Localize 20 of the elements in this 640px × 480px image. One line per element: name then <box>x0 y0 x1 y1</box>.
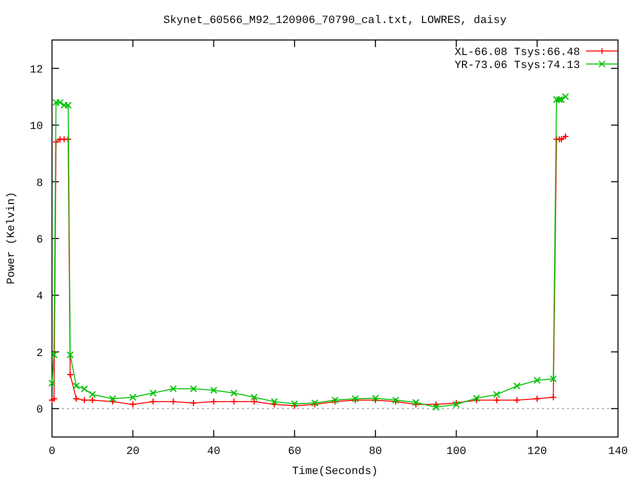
y-tick-label: 4 <box>36 291 43 304</box>
x-tick-label: 40 <box>207 446 220 458</box>
y-axis-label: Power (Kelvin) <box>6 192 18 284</box>
y-tick-label: 10 <box>30 121 43 134</box>
y-tick-label: 0 <box>36 404 43 417</box>
y-tick-label: 6 <box>36 234 43 246</box>
y-tick-label: 12 <box>30 64 43 76</box>
x-tick-label: 120 <box>527 446 548 458</box>
x-tick-label: 100 <box>446 446 466 458</box>
x-tick-label: 0 <box>48 446 56 458</box>
x-tick-label: 20 <box>126 446 140 458</box>
legend-label: XL-66.08 Tsys:66.48 <box>454 47 580 59</box>
chart-title: Skynet_60566_M92_120906_70790_cal.txt, LOWRES, daisy <box>163 15 507 27</box>
y-tick-label: 8 <box>36 178 43 190</box>
x-tick-label: 80 <box>368 446 382 458</box>
x-tick-label: 140 <box>608 446 628 458</box>
legend-label: YR-73.06 Tsys:74.13 <box>454 60 580 72</box>
y-tick-label: 2 <box>36 348 43 360</box>
x-axis-label: Time(Seconds) <box>292 466 378 478</box>
x-tick-label: 60 <box>288 446 302 458</box>
